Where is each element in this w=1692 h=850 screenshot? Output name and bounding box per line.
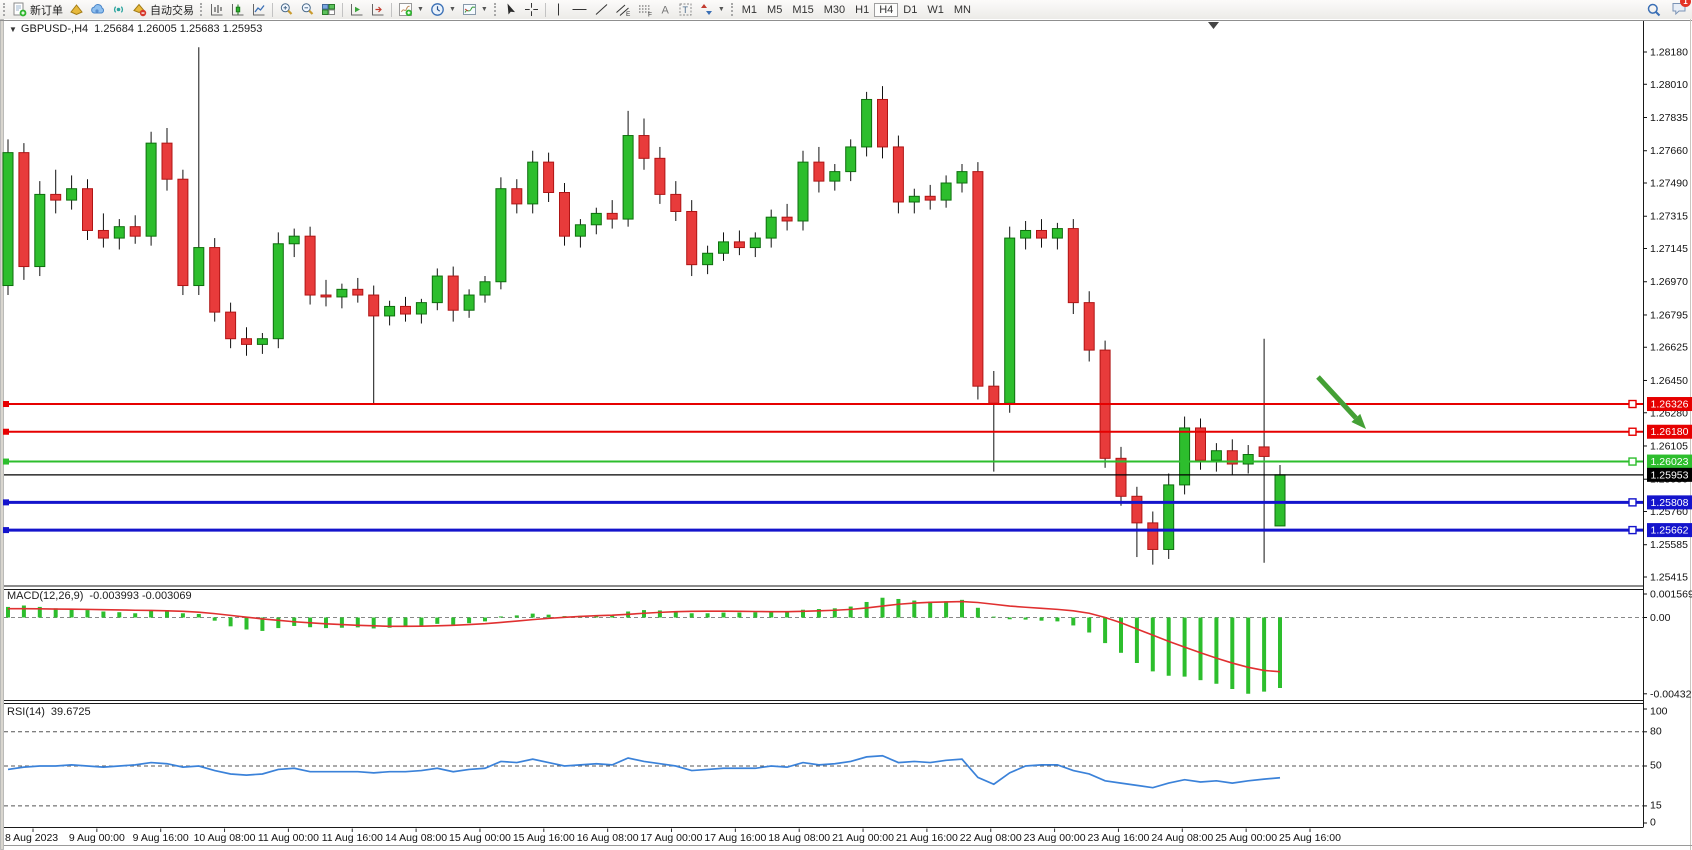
svg-text:11 Aug 00:00: 11 Aug 00:00 — [258, 832, 319, 844]
svg-text:1.26625: 1.26625 — [1650, 342, 1688, 354]
svg-text:0.001569: 0.001569 — [1650, 589, 1692, 601]
price-badge-1.25662: 1.25662 — [1647, 523, 1692, 537]
svg-text:21 Aug 00:00: 21 Aug 00:00 — [832, 832, 894, 844]
svg-text:23 Aug 00:00: 23 Aug 00:00 — [1024, 832, 1086, 844]
price-badge-1.25808: 1.25808 — [1647, 495, 1692, 509]
svg-text:1.28010: 1.28010 — [1650, 79, 1688, 91]
svg-text:15: 15 — [1650, 799, 1662, 811]
svg-text:16 Aug 08:00: 16 Aug 08:00 — [577, 832, 639, 844]
svg-text:1.27490: 1.27490 — [1650, 178, 1688, 190]
svg-text:14 Aug 08:00: 14 Aug 08:00 — [385, 832, 447, 844]
svg-text:10 Aug 08:00: 10 Aug 08:00 — [194, 832, 256, 844]
svg-text:1.26180: 1.26180 — [1651, 426, 1689, 438]
svg-text:1.25415: 1.25415 — [1650, 571, 1688, 583]
svg-text:1.28180: 1.28180 — [1650, 47, 1688, 59]
svg-text:9 Aug 00:00: 9 Aug 00:00 — [69, 832, 125, 844]
svg-text:22 Aug 08:00: 22 Aug 08:00 — [960, 832, 1022, 844]
svg-text:50: 50 — [1650, 760, 1662, 772]
svg-text:1.27660: 1.27660 — [1650, 145, 1688, 157]
svg-text:1.25662: 1.25662 — [1651, 525, 1689, 537]
svg-text:1.25808: 1.25808 — [1651, 497, 1689, 509]
price-badge-1.26180: 1.26180 — [1647, 425, 1692, 439]
svg-text:21 Aug 16:00: 21 Aug 16:00 — [896, 832, 958, 844]
svg-text:0.00: 0.00 — [1650, 612, 1671, 624]
bid-price-badge: 1.25953 — [1647, 468, 1692, 482]
svg-text:1.26105: 1.26105 — [1650, 440, 1688, 452]
price-badge-1.26326: 1.26326 — [1647, 397, 1692, 411]
svg-text:100: 100 — [1650, 706, 1668, 718]
svg-text:1.25585: 1.25585 — [1650, 539, 1688, 551]
svg-text:8 Aug 2023: 8 Aug 2023 — [5, 832, 58, 844]
svg-text:1.26450: 1.26450 — [1650, 375, 1688, 387]
svg-text:1.26023: 1.26023 — [1651, 456, 1689, 468]
svg-text:24 Aug 08:00: 24 Aug 08:00 — [1151, 832, 1213, 844]
svg-text:15 Aug 16:00: 15 Aug 16:00 — [513, 832, 575, 844]
svg-text:18 Aug 08:00: 18 Aug 08:00 — [768, 832, 830, 844]
svg-text:1.26795: 1.26795 — [1650, 309, 1688, 321]
svg-text:-0.004322: -0.004322 — [1650, 688, 1692, 700]
svg-text:23 Aug 16:00: 23 Aug 16:00 — [1087, 832, 1149, 844]
svg-text:0: 0 — [1650, 817, 1656, 829]
svg-text:1.25953: 1.25953 — [1651, 469, 1689, 481]
svg-text:17 Aug 16:00: 17 Aug 16:00 — [704, 832, 766, 844]
svg-text:11 Aug 16:00: 11 Aug 16:00 — [322, 832, 383, 844]
svg-text:25 Aug 00:00: 25 Aug 00:00 — [1215, 832, 1277, 844]
svg-text:15 Aug 00:00: 15 Aug 00:00 — [449, 832, 511, 844]
svg-text:1.27835: 1.27835 — [1650, 112, 1688, 124]
svg-text:17 Aug 00:00: 17 Aug 00:00 — [641, 832, 703, 844]
svg-text:25 Aug 16:00: 25 Aug 16:00 — [1279, 832, 1341, 844]
svg-text:1.26970: 1.26970 — [1650, 276, 1688, 288]
svg-text:9 Aug 16:00: 9 Aug 16:00 — [133, 832, 189, 844]
svg-text:1.27315: 1.27315 — [1650, 211, 1688, 223]
price-badge-1.26023: 1.26023 — [1647, 455, 1692, 469]
svg-text:80: 80 — [1650, 725, 1662, 737]
chart-canvas[interactable]: 1.28180 1.28010 1.27835 1.27660 1.27490 1.273… — [0, 0, 1692, 850]
svg-text:1.27145: 1.27145 — [1650, 243, 1688, 255]
svg-text:1.26326: 1.26326 — [1651, 399, 1689, 411]
